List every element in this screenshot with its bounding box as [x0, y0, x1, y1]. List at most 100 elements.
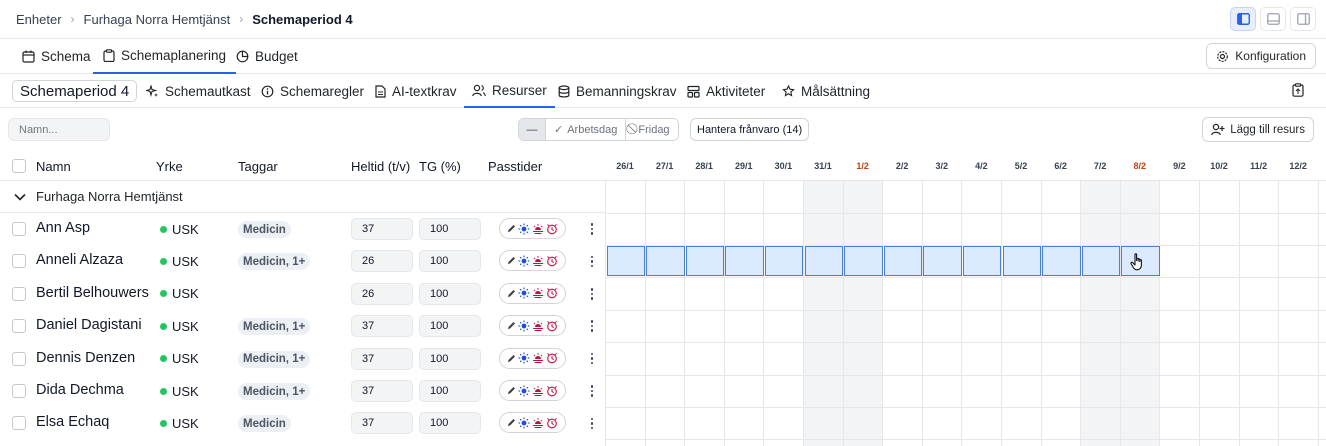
- resource-row[interactable]: Ann Asp USK Medicin 37 100: [0, 213, 605, 245]
- row-checkbox[interactable]: [12, 254, 26, 269]
- resource-row[interactable]: Anneli Alzaza USK Medicin, 1+ 26 100: [0, 245, 605, 277]
- passtider-selector[interactable]: [499, 315, 566, 337]
- tag-chip[interactable]: Medicin: [238, 415, 291, 433]
- selected-shift-cell[interactable]: [646, 246, 685, 277]
- layout-right-panel-button[interactable]: [1290, 7, 1316, 31]
- heltid-field[interactable]: 37: [351, 315, 413, 338]
- column-header-passtider[interactable]: Passtider: [488, 159, 542, 174]
- column-header-taggar[interactable]: Taggar: [238, 159, 278, 174]
- selected-shift-cell[interactable]: [923, 246, 962, 277]
- segment-all-button[interactable]: —: [519, 119, 546, 140]
- column-header-name[interactable]: Namn: [36, 159, 71, 174]
- tab-schemaregler[interactable]: Schemaregler: [253, 74, 372, 108]
- more-options-icon[interactable]: [586, 286, 598, 302]
- selected-shift-cell[interactable]: [1081, 246, 1121, 277]
- selected-shift-cell[interactable]: [1042, 246, 1081, 277]
- passtider-selector[interactable]: [499, 250, 566, 272]
- selected-shift-cell[interactable]: [685, 246, 725, 277]
- more-options-icon[interactable]: [586, 318, 598, 334]
- group-row[interactable]: Furhaga Norra Hemtjänst: [0, 181, 605, 213]
- tab-schemautkast[interactable]: Schemautkast: [138, 74, 259, 108]
- name-search-input[interactable]: [8, 118, 110, 141]
- sparkle-icon: [146, 84, 158, 97]
- selected-shift-cell[interactable]: [725, 246, 764, 277]
- passtider-selector[interactable]: [499, 218, 566, 239]
- column-header-heltid[interactable]: Heltid (t/v): [351, 159, 410, 174]
- breadcrumb-item-enheter[interactable]: Enheter: [16, 12, 62, 27]
- heltid-field[interactable]: 37: [351, 347, 413, 370]
- row-checkbox[interactable]: [12, 286, 26, 301]
- tab-label: Schemautkast: [165, 83, 251, 99]
- sunset-icon: [533, 417, 543, 428]
- tg-field[interactable]: 100: [419, 282, 481, 305]
- more-options-icon[interactable]: [586, 351, 598, 367]
- resource-row[interactable]: Elsa Echaq USK Medicin 37 100: [0, 407, 605, 439]
- tab-ai-textkrav[interactable]: AI-textkrav: [367, 74, 465, 108]
- segment-holiday-button[interactable]: ⃠Fridag: [626, 119, 678, 140]
- tag-chip[interactable]: Medicin, 1+: [238, 350, 311, 368]
- sun-icon: [518, 352, 530, 364]
- more-options-icon[interactable]: [586, 415, 598, 431]
- tg-field[interactable]: 100: [419, 412, 481, 435]
- passtider-selector[interactable]: [499, 380, 566, 401]
- tab-bemanningskrav[interactable]: Bemanningskrav: [550, 74, 685, 108]
- resource-row[interactable]: Dennis Denzen USK Medicin, 1+ 37 100: [0, 343, 605, 375]
- heltid-field[interactable]: 26: [351, 282, 413, 305]
- tab-resurser[interactable]: Resurser: [464, 74, 555, 108]
- tag-chip[interactable]: Medicin, 1+: [238, 318, 311, 336]
- row-checkbox[interactable]: [12, 351, 26, 366]
- tg-field[interactable]: 100: [419, 347, 481, 370]
- resource-row[interactable]: Dida Dechma USK Medicin, 1+ 37 100: [0, 375, 605, 407]
- manage-absence-button[interactable]: Hantera frånvaro (14): [690, 118, 810, 141]
- tg-field[interactable]: 100: [419, 315, 481, 338]
- select-all-checkbox[interactable]: [12, 159, 26, 173]
- passtider-selector[interactable]: [499, 347, 566, 369]
- tab-malsattning[interactable]: Målsättning: [774, 74, 878, 108]
- heltid-field[interactable]: 37: [351, 412, 413, 435]
- layout-bottom-panel-button[interactable]: [1260, 7, 1286, 31]
- period-selector[interactable]: Schemaperiod 4: [12, 80, 138, 102]
- layout-left-panel-button[interactable]: [1230, 7, 1256, 31]
- copy-clipboard-icon[interactable]: [1292, 83, 1304, 100]
- tab-aktiviteter[interactable]: Aktiviteter: [679, 74, 773, 108]
- tab-schema[interactable]: Schema: [12, 39, 101, 74]
- segment-workday-button[interactable]: ✓ Arbetsdag: [546, 119, 627, 140]
- heltid-field[interactable]: 26: [351, 250, 413, 273]
- row-checkbox[interactable]: [12, 319, 26, 334]
- row-checkbox[interactable]: [12, 416, 26, 431]
- night-clock-icon: [547, 385, 557, 396]
- passtider-selector[interactable]: [499, 282, 566, 304]
- selected-shift-cell[interactable]: [962, 246, 1002, 277]
- resource-name: Anneli Alzaza: [36, 252, 124, 269]
- more-options-icon[interactable]: [586, 383, 598, 399]
- selected-shift-cell[interactable]: [1002, 246, 1042, 277]
- tag-chip[interactable]: Medicin, 1+: [238, 253, 311, 271]
- column-header-yrke[interactable]: Yrke: [156, 159, 183, 174]
- tag-chip[interactable]: Medicin: [238, 221, 291, 238]
- add-resource-button[interactable]: Lägg till resurs: [1202, 117, 1314, 142]
- tg-field[interactable]: 100: [419, 218, 481, 240]
- tab-budget[interactable]: Budget: [226, 39, 308, 74]
- selected-shift-cell[interactable]: [883, 246, 923, 277]
- selected-shift-cell[interactable]: [764, 246, 804, 277]
- tab-schemaplanering[interactable]: Schemaplanering: [93, 39, 237, 74]
- pencil-icon: [508, 225, 515, 232]
- configuration-button[interactable]: Konfiguration: [1206, 43, 1316, 69]
- resource-row[interactable]: Daniel Dagistani USK Medicin, 1+ 37 100: [0, 310, 605, 342]
- more-options-icon[interactable]: [586, 253, 598, 269]
- row-checkbox[interactable]: [12, 384, 26, 398]
- tg-field[interactable]: 100: [419, 250, 481, 273]
- column-header-tg[interactable]: TG (%): [419, 159, 461, 174]
- tag-chip[interactable]: Medicin, 1+: [238, 383, 311, 400]
- heltid-field[interactable]: 37: [351, 218, 413, 240]
- resource-row[interactable]: Bertil Belhouwers USK 26 100: [0, 278, 605, 310]
- selected-shift-cell[interactable]: [804, 246, 844, 277]
- passtider-selector[interactable]: [499, 412, 566, 434]
- breadcrumb-item-unit[interactable]: Furhaga Norra Hemtjänst: [84, 12, 231, 27]
- heltid-field[interactable]: 37: [351, 380, 413, 402]
- row-checkbox[interactable]: [12, 222, 26, 236]
- selected-shift-cell[interactable]: [844, 246, 883, 277]
- more-options-icon[interactable]: [586, 221, 598, 237]
- tg-field[interactable]: 100: [419, 380, 481, 402]
- selected-shift-cell[interactable]: [606, 246, 646, 277]
